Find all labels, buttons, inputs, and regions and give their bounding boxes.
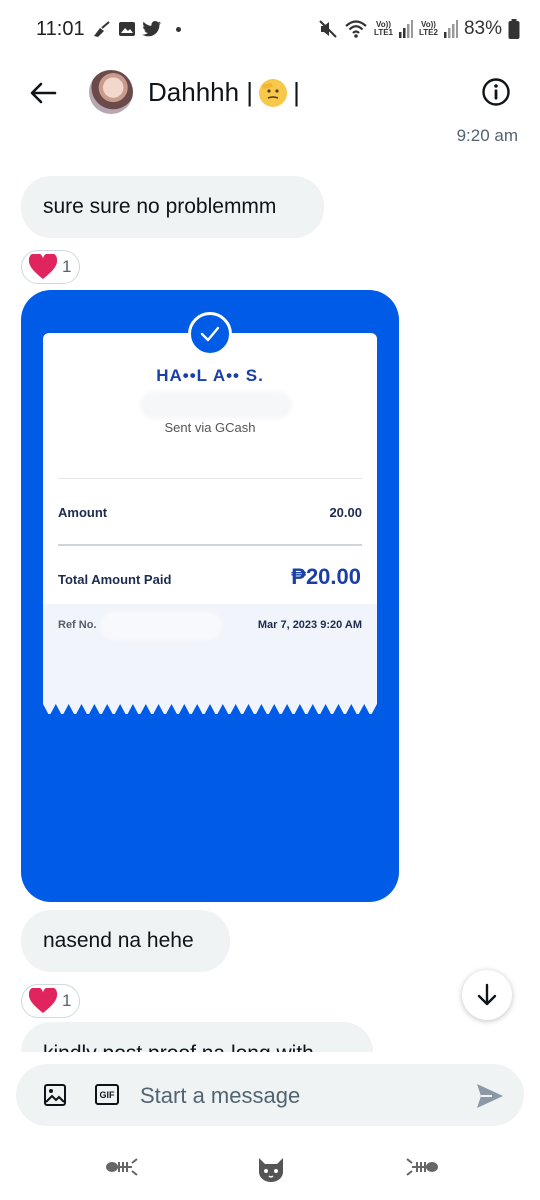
message-text: sure sure no problemmm xyxy=(43,195,277,218)
redacted-ref xyxy=(100,612,222,640)
info-button[interactable] xyxy=(478,74,514,110)
wifi-icon xyxy=(345,20,367,38)
more-dot-icon xyxy=(176,26,181,32)
receipt-via: Sent via GCash xyxy=(164,420,256,435)
status-time: 11:01 xyxy=(36,18,85,40)
signal-icon xyxy=(443,20,458,38)
receipt-total-label: Total Amount Paid xyxy=(58,572,172,587)
status-bar: 11:01 Vo)) LTE1 Vo)) LTE2 83% xyxy=(0,0,540,60)
home-cat-icon[interactable] xyxy=(256,1154,286,1184)
send-icon xyxy=(477,1084,503,1108)
contact-name-text: Dahhhh | xyxy=(148,77,254,107)
send-button[interactable] xyxy=(474,1080,506,1112)
divider xyxy=(58,478,362,479)
message-bubble[interactable]: sure sure no problemmm xyxy=(21,176,324,238)
receipt-date: Mar 7, 2023 9:20 AM xyxy=(257,619,362,631)
info-icon xyxy=(482,78,510,106)
notification-icons xyxy=(92,20,181,38)
contact-name[interactable]: Dahhhh | | xyxy=(148,77,300,108)
message-timestamp: 9:20 am xyxy=(456,126,518,145)
message-clip: kindly post proof na long with xyxy=(21,1022,373,1052)
check-icon xyxy=(188,312,232,356)
twitter-bird-icon xyxy=(142,21,161,37)
reaction-count: 1 xyxy=(62,257,72,276)
message-bubble[interactable]: nasend na hehe xyxy=(21,910,230,972)
sim1-indicator: Vo)) LTE1 xyxy=(374,20,393,37)
conversation-header: Dahhhh | | xyxy=(0,60,540,126)
status-right: Vo)) LTE1 Vo)) LTE2 83% xyxy=(318,18,520,40)
contact-name-suffix: | xyxy=(293,77,300,107)
receipt-amount-value: 20.00 xyxy=(329,505,362,520)
battery-icon xyxy=(508,19,520,39)
reaction-badge[interactable]: 1 xyxy=(21,250,81,284)
sim2-indicator: Vo)) LTE2 xyxy=(419,20,438,37)
back-fish-icon[interactable] xyxy=(406,1154,440,1180)
receipt-torn-edge xyxy=(43,704,377,720)
heart-icon xyxy=(28,988,58,1013)
receipt-total-value: ₱20.00 xyxy=(291,564,361,589)
message-text: kindly post proof na long with xyxy=(43,1042,314,1052)
broom-icon xyxy=(94,21,110,37)
image-attach-icon[interactable] xyxy=(43,1083,67,1107)
mute-icon xyxy=(319,20,337,38)
avatar[interactable] xyxy=(89,70,133,114)
recent-apps-fish-icon[interactable] xyxy=(104,1154,138,1180)
arrow-left-icon xyxy=(30,82,57,104)
divider xyxy=(58,544,362,546)
saluting-face-emoji-icon xyxy=(259,78,288,107)
back-button[interactable] xyxy=(26,76,60,110)
battery-percent: 83% xyxy=(463,18,502,39)
image-icon xyxy=(119,22,135,36)
receipt-ref-label: Ref No. xyxy=(58,619,97,631)
message-input[interactable] xyxy=(140,1080,450,1112)
scroll-to-bottom-button[interactable] xyxy=(462,970,512,1020)
receipt-amount-label: Amount xyxy=(58,505,108,520)
heart-icon xyxy=(28,254,58,279)
message-text: nasend na hehe xyxy=(43,929,194,952)
arrow-down-icon xyxy=(477,983,497,1006)
reaction-count: 1 xyxy=(62,991,72,1010)
system-nav-bar xyxy=(0,1140,540,1200)
receipt-recipient: HA••L A•• S. xyxy=(156,366,264,385)
message-bubble[interactable]: kindly post proof na long with xyxy=(21,1022,373,1052)
redacted-number xyxy=(140,391,292,419)
gif-button[interactable]: GIF xyxy=(95,1084,119,1105)
reaction-badge[interactable]: 1 xyxy=(21,984,81,1018)
signal-icon xyxy=(399,20,413,38)
